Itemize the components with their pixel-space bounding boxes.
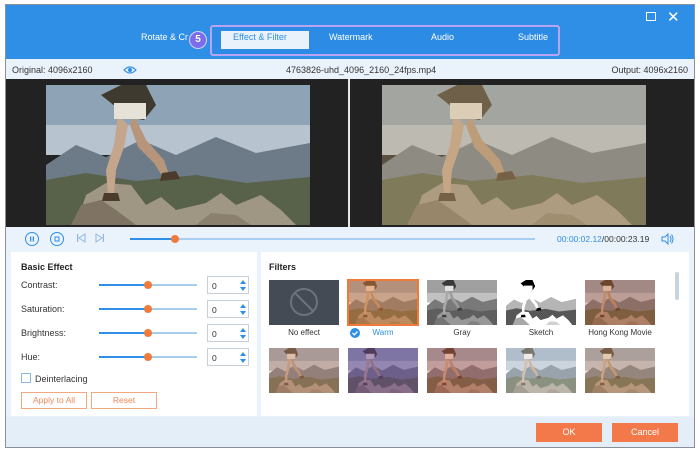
filter-label: Warm bbox=[372, 328, 394, 337]
increment-icon[interactable] bbox=[240, 328, 246, 332]
filters-scrollbar[interactable] bbox=[675, 272, 679, 300]
hue-stepper[interactable]: 0 bbox=[207, 348, 249, 366]
stop-icon[interactable] bbox=[50, 232, 64, 246]
tab-effect-filter[interactable]: Effect & Filter bbox=[233, 32, 287, 42]
filter-thumbnail-image bbox=[427, 348, 497, 393]
hong-kong-movie-thumbnail bbox=[585, 280, 655, 325]
file-name: 4763826-uhd_4096_2160_24fps.mp4 bbox=[286, 65, 437, 75]
progress-fill bbox=[130, 238, 175, 240]
preview-divider bbox=[348, 79, 350, 227]
hue-value: 0 bbox=[212, 353, 217, 363]
time-display: 00:00:02.12/00:00:23.19 bbox=[557, 234, 649, 244]
hue-label: Hue: bbox=[21, 352, 41, 362]
preview-area bbox=[6, 79, 694, 227]
saturation-value: 0 bbox=[212, 305, 217, 315]
tab-rotate-crop[interactable]: Rotate & Cr bbox=[141, 32, 188, 42]
cancel-button[interactable]: Cancel bbox=[612, 423, 678, 442]
contrast-label: Contrast: bbox=[21, 280, 58, 290]
increment-icon[interactable] bbox=[240, 304, 246, 308]
current-time: 00:00:02.12 bbox=[557, 234, 602, 244]
hue-slider[interactable] bbox=[99, 353, 197, 361]
decrement-icon[interactable] bbox=[240, 335, 246, 339]
decrement-icon[interactable] bbox=[240, 287, 246, 291]
hue-row: Hue: 0 bbox=[21, 348, 253, 368]
brightness-slider[interactable] bbox=[99, 329, 197, 337]
filters-title: Filters bbox=[269, 262, 297, 272]
footer-bar: OK Cancel bbox=[6, 417, 694, 447]
contrast-row: Contrast: 0 bbox=[21, 276, 253, 296]
filters-panel: Filters No effect Warm Gray Sketch Hong … bbox=[261, 252, 689, 416]
brightness-stepper[interactable]: 0 bbox=[207, 324, 249, 342]
close-icon[interactable]: ✕ bbox=[667, 10, 680, 25]
slider-fill bbox=[99, 332, 148, 334]
no-effect-icon bbox=[269, 280, 339, 325]
gray-thumbnail bbox=[427, 280, 497, 325]
next-frame-icon[interactable] bbox=[94, 232, 106, 244]
step-badge: 5 bbox=[189, 31, 207, 49]
filter-label: Hong Kong Movie bbox=[588, 328, 652, 337]
brightness-label: Brightness: bbox=[21, 328, 67, 338]
ok-button[interactable]: OK bbox=[536, 423, 602, 442]
slider-fill bbox=[99, 356, 148, 358]
decrement-icon[interactable] bbox=[240, 311, 246, 315]
filter-thumbnail-image bbox=[585, 348, 655, 393]
filter-label: Sketch bbox=[528, 328, 554, 337]
decrement-icon[interactable] bbox=[240, 359, 246, 363]
total-time: 00:00:23.19 bbox=[604, 234, 650, 244]
saturation-stepper[interactable]: 0 bbox=[207, 300, 249, 318]
pause-icon[interactable] bbox=[25, 232, 39, 246]
progress-handle[interactable] bbox=[170, 235, 179, 243]
basic-effect-title: Basic Effect bbox=[21, 262, 73, 272]
slider-handle[interactable] bbox=[144, 329, 152, 337]
title-bar: ✕ Rotate & Cr 5 Effect & Filter Watermar… bbox=[6, 5, 694, 59]
output-preview bbox=[382, 85, 646, 225]
increment-icon[interactable] bbox=[240, 280, 246, 284]
slider-handle[interactable] bbox=[144, 305, 152, 313]
player-controls: 00:00:02.12/00:00:23.19 bbox=[6, 227, 694, 251]
filter-thumbnail-image bbox=[506, 348, 576, 393]
volume-icon[interactable] bbox=[661, 233, 675, 245]
brightness-value: 0 bbox=[212, 329, 217, 339]
slider-handle[interactable] bbox=[144, 281, 152, 289]
sketch-thumbnail bbox=[506, 280, 576, 325]
contrast-value: 0 bbox=[212, 281, 217, 291]
basic-effect-panel: Basic Effect Contrast: 0 Saturation: 0 B… bbox=[11, 252, 257, 416]
tab-audio[interactable]: Audio bbox=[431, 32, 454, 42]
reset-button[interactable]: Reset bbox=[91, 392, 157, 409]
previous-frame-icon[interactable] bbox=[75, 232, 87, 244]
editor-window: ✕ Rotate & Cr 5 Effect & Filter Watermar… bbox=[5, 4, 695, 448]
slider-handle[interactable] bbox=[144, 353, 152, 361]
original-resolution: Original: 4096x2160 bbox=[12, 65, 93, 75]
maximize-icon[interactable] bbox=[646, 12, 656, 21]
saturation-slider[interactable] bbox=[99, 305, 197, 313]
playback-progress[interactable] bbox=[130, 235, 535, 243]
apply-to-all-button[interactable]: Apply to All bbox=[21, 392, 87, 409]
contrast-slider[interactable] bbox=[99, 281, 197, 289]
tab-watermark[interactable]: Watermark bbox=[329, 32, 373, 42]
info-bar: Original: 4096x2160 4763826-uhd_4096_216… bbox=[6, 61, 694, 79]
saturation-row: Saturation: 0 bbox=[21, 300, 253, 320]
filter-label: Gray bbox=[453, 328, 471, 337]
deinterlacing-checkbox[interactable] bbox=[21, 373, 31, 383]
output-resolution: Output: 4096x2160 bbox=[611, 65, 688, 75]
eye-icon[interactable] bbox=[123, 63, 137, 77]
contrast-stepper[interactable]: 0 bbox=[207, 276, 249, 294]
saturation-label: Saturation: bbox=[21, 304, 65, 314]
tab-subtitle[interactable]: Subtitle bbox=[518, 32, 548, 42]
filter-thumbnail-image bbox=[348, 348, 418, 393]
increment-icon[interactable] bbox=[240, 352, 246, 356]
filter-label: No effect bbox=[288, 328, 320, 337]
filter-thumbnail-image bbox=[269, 348, 339, 393]
warm-thumbnail bbox=[347, 279, 419, 326]
brightness-row: Brightness: 0 bbox=[21, 324, 253, 344]
original-preview bbox=[46, 85, 310, 225]
deinterlacing-label: Deinterlacing bbox=[35, 374, 88, 384]
slider-fill bbox=[99, 284, 148, 286]
slider-fill bbox=[99, 308, 148, 310]
